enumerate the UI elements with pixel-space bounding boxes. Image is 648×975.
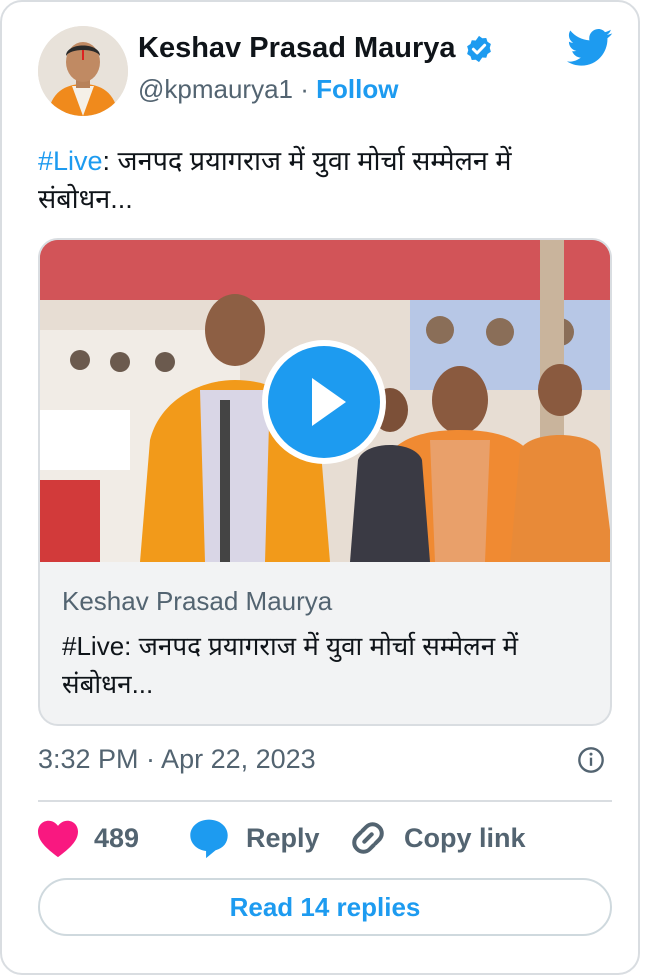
heart-icon — [38, 820, 78, 858]
reply-button[interactable]: Reply — [186, 812, 320, 864]
copy-link-button[interactable]: Copy link — [346, 812, 526, 864]
avatar[interactable] — [38, 26, 128, 116]
hashtag-link[interactable]: #Live — [38, 146, 103, 176]
tweet-text: #Live: जनपद प्रयागराज में युवा मोर्चा सम… — [38, 142, 598, 218]
handle-row: @kpmaurya1 · Follow — [138, 74, 398, 105]
tweet-timestamp[interactable]: 3:32 PM · Apr 22, 2023 — [38, 744, 316, 775]
twitter-bird-icon[interactable] — [567, 28, 613, 68]
reply-bubble-icon — [190, 819, 228, 859]
divider — [38, 800, 612, 802]
separator: · — [300, 74, 309, 104]
media-description: #Live: जनपद प्रयागराज में युवा मोर्चा सम… — [62, 631, 518, 699]
author-name-row[interactable]: Keshav Prasad Maurya — [138, 32, 494, 65]
follow-button[interactable]: Follow — [316, 74, 398, 104]
read-replies-button[interactable]: Read 14 replies — [38, 878, 612, 936]
tweet-card: Keshav Prasad Maurya @kpmaurya1 · Follow… — [0, 0, 640, 975]
media-author: Keshav Prasad Maurya — [62, 586, 333, 616]
play-icon — [268, 346, 380, 458]
play-button[interactable] — [262, 340, 386, 464]
author-name[interactable]: Keshav Prasad Maurya — [138, 32, 456, 65]
info-icon[interactable] — [577, 746, 605, 774]
video-card[interactable]: Keshav Prasad Maurya #Live: जनपद प्रयागर… — [38, 238, 612, 726]
verified-badge-icon — [466, 35, 491, 62]
like-count: 489 — [94, 822, 140, 853]
read-replies-label: Read 14 replies — [229, 891, 421, 922]
like-button[interactable]: 489 — [36, 812, 139, 864]
tweet-body: : जनपद प्रयागराज में युवा मोर्चा सम्मेलन… — [38, 146, 512, 214]
link-icon — [352, 822, 384, 854]
author-handle[interactable]: @kpmaurya1 — [138, 74, 293, 104]
media-caption: Keshav Prasad Maurya #Live: जनपद प्रयागर… — [62, 586, 592, 703]
reply-label: Reply — [246, 822, 320, 853]
copy-link-label: Copy link — [404, 822, 526, 853]
